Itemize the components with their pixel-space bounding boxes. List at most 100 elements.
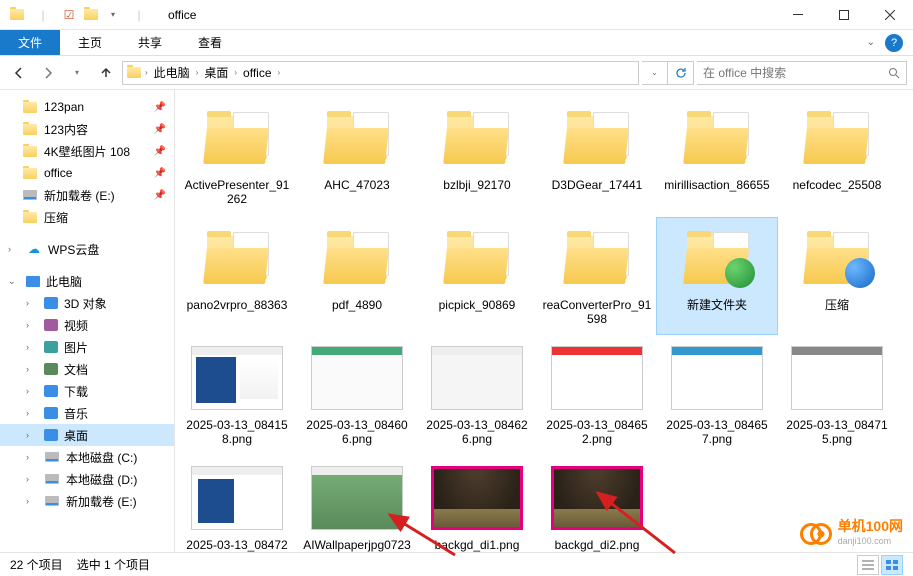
tab-share[interactable]: 共享 xyxy=(120,30,180,55)
image-thumb xyxy=(551,466,643,530)
close-button[interactable] xyxy=(867,0,913,30)
folder-item[interactable]: reaConverterPro_91598 xyxy=(537,218,657,334)
qa-folder-icon[interactable] xyxy=(82,6,100,24)
folder-icon xyxy=(801,230,873,286)
folder-item[interactable]: D3DGear_17441 xyxy=(537,98,657,214)
sidebar-pc-5[interactable]: ›音乐 xyxy=(0,402,174,424)
sidebar-pc-1[interactable]: ›视频 xyxy=(0,314,174,336)
image-label: 2025-03-13_084729.png xyxy=(182,538,292,552)
image-label: 2025-03-13_084652.png xyxy=(542,418,652,446)
image-item[interactable]: 2025-03-13_084158.png xyxy=(177,338,297,454)
watermark-name: 单机100网 xyxy=(838,518,903,534)
nav-recent-button[interactable]: ▾ xyxy=(64,60,90,86)
folder-item[interactable]: mirillisaction_86655 xyxy=(657,98,777,214)
folder-icon xyxy=(8,6,26,24)
sidebar-quick-1[interactable]: 123内容 📌 xyxy=(0,118,174,140)
folder-item[interactable]: pano2vrpro_88363 xyxy=(177,218,297,334)
nav-up-button[interactable] xyxy=(93,60,119,86)
image-item[interactable]: 2025-03-13_084729.png xyxy=(177,458,297,552)
sidebar-item-label: 123pan xyxy=(44,100,84,114)
sidebar-pc-2[interactable]: ›图片 xyxy=(0,336,174,358)
ribbon-expand-icon[interactable]: ⌄ xyxy=(867,37,875,48)
sidebar-quick-5[interactable]: 压缩 xyxy=(0,206,174,228)
folder-icon xyxy=(561,230,633,286)
folder-icon xyxy=(441,110,513,166)
breadcrumb-2[interactable]: office xyxy=(239,66,275,80)
folder-item[interactable]: bzlbji_92170 xyxy=(417,98,537,214)
help-button[interactable]: ? xyxy=(885,34,903,52)
sidebar-pc-3[interactable]: ›文档 xyxy=(0,358,174,380)
sidebar-item-label: 本地磁盘 (D:) xyxy=(66,471,137,488)
tab-view[interactable]: 查看 xyxy=(180,30,240,55)
image-item[interactable]: backgd_di1.png xyxy=(417,458,537,552)
sidebar-pc-7[interactable]: ›本地磁盘 (C:) xyxy=(0,446,174,468)
sidebar-item-label: 图片 xyxy=(64,339,88,356)
navbar: ▾ › 此电脑› 桌面› office› ⌄ 在 office 中搜索 xyxy=(0,56,913,90)
folder-label: ActivePresenter_91262 xyxy=(182,178,292,206)
image-item[interactable]: backgd_di2.png xyxy=(537,458,657,552)
sidebar-wps[interactable]: ›☁WPS云盘 xyxy=(0,238,174,260)
sidebar-item-label: 123内容 xyxy=(44,121,88,138)
image-thumb xyxy=(311,346,403,410)
sidebar-quick-4[interactable]: 新加载卷 (E:) 📌 xyxy=(0,184,174,206)
folder-label: reaConverterPro_91598 xyxy=(542,298,652,326)
folder-item[interactable]: 新建文件夹 xyxy=(657,218,777,334)
address-bar[interactable]: › 此电脑› 桌面› office› xyxy=(122,61,639,85)
watermark-logo-icon xyxy=(800,521,832,541)
minimize-button[interactable] xyxy=(775,0,821,30)
folder-icon xyxy=(801,110,873,166)
status-count: 22 个项目 xyxy=(10,556,63,573)
ribbon: 文件 主页 共享 查看 ⌄ ? xyxy=(0,30,913,56)
folder-icon xyxy=(681,110,753,166)
sidebar-item-label: 新加载卷 (E:) xyxy=(44,187,115,204)
image-item[interactable]: AIWallpaperjpg0723_NDMxNA==.png xyxy=(297,458,417,552)
search-placeholder: 在 office 中搜索 xyxy=(703,64,786,81)
sidebar-pc-9[interactable]: ›新加载卷 (E:) xyxy=(0,490,174,512)
search-input[interactable]: 在 office 中搜索 xyxy=(697,61,907,85)
image-item[interactable]: 2025-03-13_084652.png xyxy=(537,338,657,454)
sidebar-quick-2[interactable]: 4K壁纸图片 108📌 xyxy=(0,140,174,162)
view-icons-button[interactable] xyxy=(881,555,903,575)
image-label: 2025-03-13_084715.png xyxy=(782,418,892,446)
pin-icon: 📌 xyxy=(154,190,166,201)
pin-icon: 📌 xyxy=(154,146,166,157)
folder-icon xyxy=(681,230,753,286)
folder-item[interactable]: ActivePresenter_91262 xyxy=(177,98,297,214)
address-dropdown-button[interactable]: ⌄ xyxy=(642,61,668,85)
sidebar-item-label: 下载 xyxy=(64,383,88,400)
view-details-button[interactable] xyxy=(857,555,879,575)
image-label: 2025-03-13_084626.png xyxy=(422,418,532,446)
nav-forward-button[interactable] xyxy=(35,60,61,86)
sidebar-pc-8[interactable]: ›本地磁盘 (D:) xyxy=(0,468,174,490)
breadcrumb-1[interactable]: 桌面 xyxy=(200,64,232,81)
sidebar-item-label: office xyxy=(44,166,72,180)
image-item[interactable]: 2025-03-13_084606.png xyxy=(297,338,417,454)
qa-checkbox-icon[interactable]: ☑ xyxy=(60,6,78,24)
breadcrumb-0[interactable]: 此电脑 xyxy=(150,64,194,81)
sidebar-pc-0[interactable]: ›3D 对象 xyxy=(0,292,174,314)
sidebar-pc-4[interactable]: ›下载 xyxy=(0,380,174,402)
image-item[interactable]: 2025-03-13_084657.png xyxy=(657,338,777,454)
image-item[interactable]: 2025-03-13_084715.png xyxy=(777,338,897,454)
sidebar-thispc[interactable]: ⌄此电脑 xyxy=(0,270,174,292)
folder-item[interactable]: AHC_47023 xyxy=(297,98,417,214)
content-area[interactable]: ActivePresenter_91262 AHC_47023 bzlbji_9… xyxy=(175,90,913,552)
nav-back-button[interactable] xyxy=(6,60,32,86)
folder-label: nefcodec_25508 xyxy=(793,178,882,192)
sidebar-quick-0[interactable]: 123pan📌 xyxy=(0,96,174,118)
refresh-button[interactable] xyxy=(668,61,694,85)
folder-item[interactable]: nefcodec_25508 xyxy=(777,98,897,214)
tab-file[interactable]: 文件 xyxy=(0,30,60,55)
image-item[interactable]: 2025-03-13_084626.png xyxy=(417,338,537,454)
sidebar-item-label: 文档 xyxy=(64,361,88,378)
sidebar-quick-3[interactable]: office📌 xyxy=(0,162,174,184)
tab-home[interactable]: 主页 xyxy=(60,30,120,55)
sidebar-item-label: 新加载卷 (E:) xyxy=(66,493,137,510)
pin-icon: 📌 xyxy=(154,124,166,135)
folder-item[interactable]: 压缩 xyxy=(777,218,897,334)
maximize-button[interactable] xyxy=(821,0,867,30)
sidebar-pc-6[interactable]: ›桌面 xyxy=(0,424,174,446)
qa-dropdown-icon[interactable]: ▾ xyxy=(104,6,122,24)
folder-item[interactable]: picpick_90869 xyxy=(417,218,537,334)
folder-item[interactable]: pdf_4890 xyxy=(297,218,417,334)
